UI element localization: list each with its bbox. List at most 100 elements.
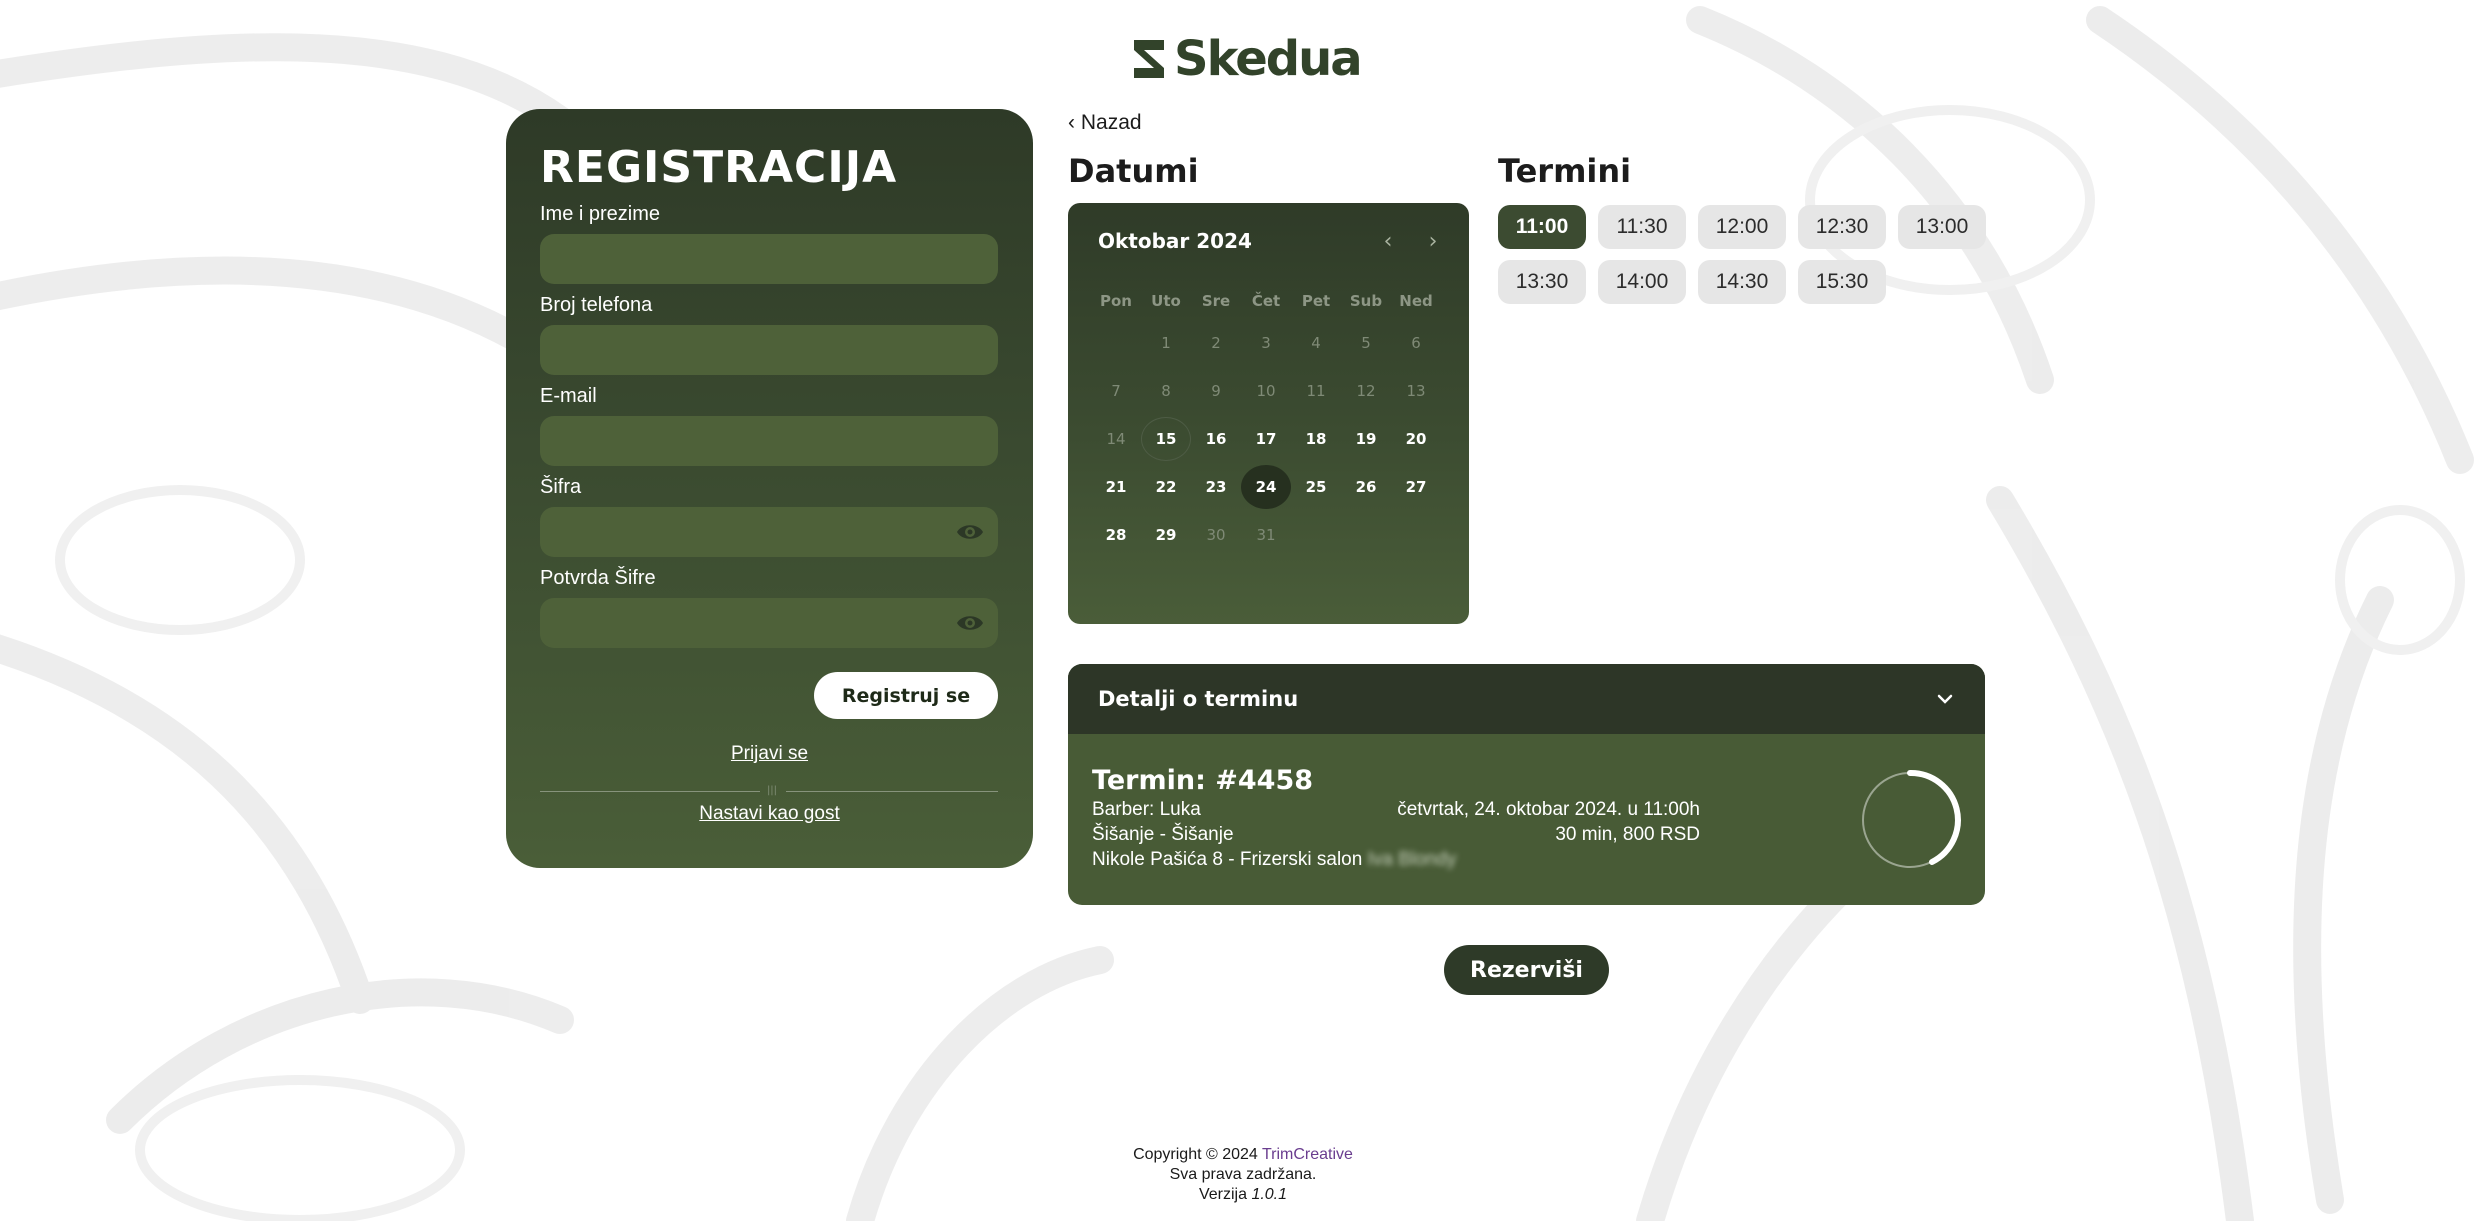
address-text: Nikole Pašića 8 - Frizerski salon bbox=[1092, 849, 1363, 870]
address-line: Nikole Pašića 8 - Frizerski salon Iva Bl… bbox=[1092, 849, 1456, 871]
barber-line: Barber: Luka bbox=[1092, 799, 1201, 820]
registration-title: REGISTRACIJA bbox=[540, 142, 898, 193]
calendar-day: 3 bbox=[1261, 334, 1271, 352]
calendar-day[interactable]: 28 bbox=[1091, 513, 1141, 557]
calendar-day[interactable]: 26 bbox=[1341, 465, 1391, 509]
time-slot[interactable]: 14:30 bbox=[1698, 260, 1786, 304]
eye-icon[interactable] bbox=[956, 612, 984, 634]
chevron-down-icon[interactable] bbox=[1935, 689, 1955, 709]
chevron-left-icon[interactable]: ‹ bbox=[1376, 231, 1400, 255]
calendar-day[interactable]: 21 bbox=[1091, 465, 1141, 509]
calendar-day[interactable]: 16 bbox=[1191, 417, 1241, 461]
eye-icon[interactable] bbox=[956, 521, 984, 543]
full-name-input[interactable] bbox=[540, 234, 998, 284]
version-number: 1.0.1 bbox=[1251, 1186, 1288, 1203]
duration-price-line: 30 min, 800 RSD bbox=[1555, 824, 1700, 845]
times-title: Termini bbox=[1498, 152, 1632, 190]
calendar-day: 1 bbox=[1161, 334, 1171, 352]
confirm-password-input[interactable] bbox=[540, 598, 998, 648]
chevron-right-icon[interactable]: › bbox=[1421, 231, 1445, 255]
time-slots: 11:00 11:30 12:00 12:30 13:00 13:30 14:00 14:30… bbox=[1498, 205, 1988, 315]
time-slot[interactable]: 11:30 bbox=[1598, 205, 1686, 249]
salon-name: Iva Blondy bbox=[1367, 849, 1457, 870]
confirm-password-field[interactable] bbox=[540, 598, 998, 648]
time-slot[interactable]: 12:00 bbox=[1698, 205, 1786, 249]
brand-name: Skedua bbox=[1174, 31, 1363, 87]
term-number: Termin: #4458 bbox=[1092, 765, 1314, 796]
calendar-day: 9 bbox=[1211, 382, 1221, 400]
calendar-empty-cell bbox=[1091, 321, 1141, 365]
calendar-empty-cell bbox=[1341, 513, 1391, 557]
weekday-header: Sre bbox=[1201, 292, 1231, 310]
password-label: Šifra bbox=[540, 476, 582, 498]
time-slot[interactable]: 14:00 bbox=[1598, 260, 1686, 304]
calendar-day: 8 bbox=[1161, 382, 1171, 400]
calendar-day[interactable]: 29 bbox=[1141, 513, 1191, 557]
calendar: Oktobar 2024 ‹ › Pon Uto Sre Čet Pet Sub Ned 1 2… bbox=[1068, 203, 1469, 624]
back-label: Nazad bbox=[1080, 111, 1142, 134]
calendar-day: 31 bbox=[1256, 526, 1276, 544]
rights-text: Sva prava zadržana. bbox=[1169, 1166, 1317, 1183]
calendar-day[interactable]: 23 bbox=[1191, 465, 1241, 509]
weekday-header: Sub bbox=[1349, 292, 1383, 310]
back-link[interactable]: ‹ Nazad bbox=[1068, 111, 1142, 135]
confirm-password-label: Potvrda Šifre bbox=[540, 567, 656, 589]
skedua-s-logo-icon bbox=[1134, 40, 1164, 78]
calendar-day[interactable]: 27 bbox=[1391, 465, 1441, 509]
weekday-header: Čet bbox=[1251, 292, 1281, 310]
calendar-day: 5 bbox=[1361, 334, 1371, 352]
email-input[interactable] bbox=[540, 416, 998, 466]
version-prefix: Verzija bbox=[1198, 1186, 1247, 1203]
phone-field[interactable] bbox=[540, 325, 998, 375]
full-name-label: Ime i prezime bbox=[540, 203, 661, 225]
divider: ||| bbox=[540, 785, 998, 797]
service-line: Šišanje - Šišanje bbox=[1092, 824, 1234, 845]
full-name-field[interactable] bbox=[540, 234, 998, 284]
calendar-day[interactable]: 18 bbox=[1291, 417, 1341, 461]
weekday-header: Pon bbox=[1100, 292, 1132, 310]
brand-logo[interactable]: Skedua bbox=[1132, 31, 1363, 87]
copyright-text: Copyright © 2024 bbox=[1133, 1146, 1258, 1163]
calendar-month-label: Oktobar 2024 bbox=[1098, 229, 1252, 253]
calendar-empty-cell bbox=[1291, 513, 1341, 557]
password-input[interactable] bbox=[540, 507, 998, 557]
time-slot[interactable]: 11:00 bbox=[1498, 205, 1586, 249]
footer: Copyright © 2024 TrimCreative Sva prava … bbox=[1043, 1145, 1443, 1205]
reserve-button[interactable]: Rezerviši bbox=[1444, 945, 1609, 995]
chevron-left-icon: ‹ bbox=[1068, 111, 1075, 134]
phone-label: Broj telefona bbox=[540, 294, 653, 316]
phone-input[interactable] bbox=[540, 325, 998, 375]
calendar-day[interactable]: 20 bbox=[1391, 417, 1441, 461]
calendar-day: 30 bbox=[1206, 526, 1226, 544]
calendar-day[interactable]: 22 bbox=[1141, 465, 1191, 509]
calendar-day[interactable]: 19 bbox=[1341, 417, 1391, 461]
calendar-day: 2 bbox=[1211, 334, 1221, 352]
calendar-grid: Pon Uto Sre Čet Pet Sub Ned 1 2 3 4 5 6 7 8 9 10 11 12 13 14… bbox=[1091, 283, 1446, 559]
time-slot[interactable]: 13:00 bbox=[1898, 205, 1986, 249]
weekday-header: Ned bbox=[1399, 292, 1433, 310]
email-field[interactable] bbox=[540, 416, 998, 466]
loading-ring-icon bbox=[1862, 769, 1961, 868]
time-slot[interactable]: 13:30 bbox=[1498, 260, 1586, 304]
company-link[interactable]: TrimCreative bbox=[1262, 1146, 1353, 1163]
password-field[interactable] bbox=[540, 507, 998, 557]
calendar-day: 4 bbox=[1311, 334, 1321, 352]
calendar-day[interactable]: 25 bbox=[1291, 465, 1341, 509]
time-slot[interactable]: 15:30 bbox=[1798, 260, 1886, 304]
continue-as-guest-link[interactable]: Nastavi kao gost bbox=[699, 803, 839, 824]
calendar-day[interactable]: 24 bbox=[1241, 465, 1291, 509]
time-slot[interactable]: 12:30 bbox=[1798, 205, 1886, 249]
login-link[interactable]: Prijavi se bbox=[731, 743, 808, 764]
registration-card: REGISTRACIJA Ime i prezime Broj telefona… bbox=[506, 109, 1033, 868]
calendar-day[interactable]: 17 bbox=[1241, 417, 1291, 461]
weekday-header: Uto bbox=[1151, 292, 1181, 310]
calendar-day: 14 bbox=[1106, 430, 1126, 448]
register-button[interactable]: Registruj se bbox=[814, 672, 998, 719]
calendar-day: 7 bbox=[1111, 382, 1121, 400]
datetime-line: četvrtak, 24. oktobar 2024. u 11:00h bbox=[1397, 799, 1700, 820]
details-title: Detalji o terminu bbox=[1098, 687, 1299, 711]
email-label: E-mail bbox=[540, 385, 597, 407]
calendar-day[interactable]: 15 bbox=[1141, 417, 1191, 461]
details-header[interactable]: Detalji o terminu bbox=[1068, 664, 1985, 734]
calendar-day: 12 bbox=[1356, 382, 1376, 400]
